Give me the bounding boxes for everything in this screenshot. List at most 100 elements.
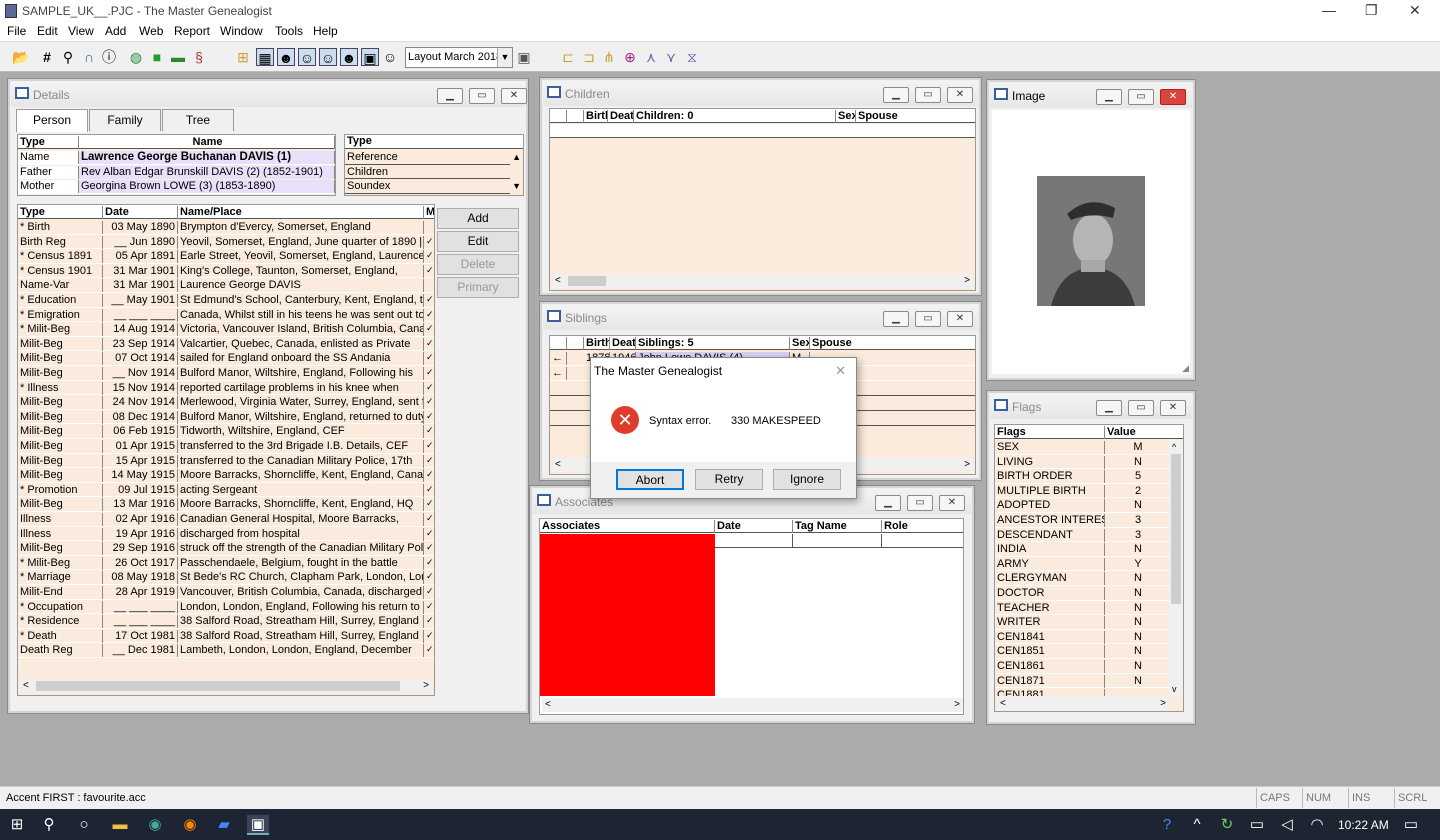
flag-row[interactable]: DOCTOR N [995, 586, 1169, 601]
flag-row[interactable]: CLERGYMAN N [995, 571, 1169, 586]
layout-icon-4[interactable]: ☺ [319, 48, 337, 66]
flag-row[interactable]: INDIA N [995, 542, 1169, 557]
sync-icon[interactable]: ↻ [1216, 815, 1238, 835]
minimize-button[interactable]: ▁ [437, 88, 463, 104]
save-layout-icon[interactable]: ▣ [515, 48, 533, 66]
flag-row[interactable]: DESCENDANT 3 [995, 528, 1169, 543]
layout-select[interactable]: Layout March 2018 ▼ [405, 47, 513, 68]
event-row[interactable]: Milit-Beg 29 Sep 1916 struck off the stren… [18, 541, 434, 556]
children-grid[interactable]: Birth Deat Children: 0 Sex Spouse < > [549, 108, 976, 291]
scroll-right-icon[interactable]: > [954, 699, 960, 710]
flags-hscroll[interactable]: < > [997, 697, 1169, 711]
app-icon-blue[interactable]: ▰ [213, 815, 235, 835]
search-icon[interactable]: ⚲ [38, 815, 60, 835]
event-row[interactable]: * Milit-Beg 26 Oct 1917 Passchendaele, Bel… [18, 556, 434, 571]
help-icon[interactable]: ? [1156, 815, 1178, 835]
minimize-icon[interactable]: — [1322, 2, 1336, 18]
search-icon[interactable]: ∩ [80, 48, 98, 66]
firefox-icon[interactable]: ◉ [179, 815, 201, 835]
flag-row[interactable]: LIVING N [995, 455, 1169, 470]
close-button[interactable]: ✕ [1160, 400, 1186, 416]
events-hscroll[interactable]: < > [20, 679, 432, 693]
type-row[interactable]: Soundex [345, 179, 510, 194]
event-row[interactable]: Name-Var 31 Mar 1901 Laurence George DAVIS [18, 278, 434, 293]
close-button[interactable]: ✕ [501, 88, 527, 104]
event-row[interactable]: Illness 19 Apr 1916 discharged from hospit… [18, 527, 434, 542]
type-row[interactable]: Reference [345, 150, 510, 165]
scroll-left-icon[interactable]: < [555, 459, 561, 470]
scroll-left-icon[interactable]: < [1000, 698, 1006, 709]
pedigree-icon[interactable]: ⊏ [559, 48, 577, 66]
event-row[interactable]: Milit-Beg 01 Apr 1915 transferred to the 3… [18, 439, 434, 454]
close-icon[interactable]: ✕ [1409, 2, 1421, 19]
minimize-button[interactable]: ▁ [875, 495, 901, 511]
flag-row[interactable]: MULTIPLE BIRTH 2 [995, 484, 1169, 499]
scroll-thumb[interactable] [1171, 454, 1181, 604]
event-row[interactable]: * Death 17 Oct 1981 38 Salford Road, Strea… [18, 629, 434, 644]
event-row[interactable]: Milit-Beg 24 Nov 1914 Merlewood, Virginia … [18, 395, 434, 410]
tab-family[interactable]: Family [89, 109, 161, 131]
minimize-button[interactable]: ▁ [883, 87, 909, 103]
flag-row[interactable]: ADOPTED N [995, 498, 1169, 513]
windows-start-icon[interactable]: ⊞ [6, 815, 28, 835]
flag-row[interactable]: CEN1861 N [995, 659, 1169, 674]
retry-button[interactable]: Retry [695, 469, 763, 490]
primary-button[interactable]: Primary [437, 277, 519, 298]
maximize-button[interactable]: ▭ [915, 311, 941, 327]
hourglass-tree-icon[interactable]: ⧖ [683, 48, 701, 66]
event-row[interactable]: * Illness 15 Nov 1914 reported cartilage p… [18, 381, 434, 396]
flags-vscroll[interactable]: ^ v [1169, 440, 1183, 696]
name-row[interactable]: Name Lawrence George Buchanan DAVIS (1) [18, 150, 335, 165]
menu-view[interactable]: View [68, 24, 94, 38]
flag-row[interactable]: ARMY Y [995, 557, 1169, 572]
associates-selection[interactable] [540, 534, 715, 696]
minimize-button[interactable]: ▁ [1096, 400, 1122, 416]
dna-icon[interactable]: § [190, 48, 208, 66]
maximize-icon[interactable]: ❐ [1365, 2, 1378, 19]
green-book-icon[interactable]: ■ [148, 48, 166, 66]
ignore-button[interactable]: Ignore [773, 469, 841, 490]
clock[interactable]: 10:22 AM [1338, 818, 1389, 832]
menu-web[interactable]: Web [139, 24, 163, 38]
person-info-icon[interactable]: ⓘ [100, 48, 118, 66]
volume-icon[interactable]: ◁ [1276, 815, 1298, 835]
layout-icon-2[interactable]: ☻ [277, 48, 295, 66]
event-row[interactable]: * Emigration __ ___ ____ Canada, Whilst st… [18, 308, 434, 323]
event-row[interactable]: Milit-Beg __ Nov 1914 Bulford Manor, Wilts… [18, 366, 434, 381]
flag-row[interactable]: TEACHER N [995, 601, 1169, 616]
binoculars-icon[interactable]: ⚲ [59, 48, 77, 66]
event-row[interactable]: Milit-Beg 13 Mar 1916 Moore Barracks, Shor… [18, 497, 434, 512]
scroll-thumb[interactable] [36, 681, 400, 691]
menu-report[interactable]: Report [174, 24, 210, 38]
tree-view-icon[interactable]: ⊞ [234, 48, 252, 66]
flag-row[interactable]: CEN1871 N [995, 674, 1169, 689]
delete-button[interactable]: Delete [437, 254, 519, 275]
maximize-button[interactable]: ▭ [907, 495, 933, 511]
file-explorer-icon[interactable]: ▬ [109, 815, 131, 835]
associates-grid[interactable]: Associates Date Tag Name Role < > [539, 518, 964, 715]
event-row[interactable]: Milit-Beg 07 Oct 1914 sailed for England o… [18, 351, 434, 366]
globe-icon[interactable]: ◍ [127, 48, 145, 66]
event-row[interactable]: * Education __ May 1901 St Edmund's School… [18, 293, 434, 308]
event-row[interactable]: Milit-Beg 14 May 1915 Moore Barracks, Shor… [18, 468, 434, 483]
event-row[interactable]: * Census 1901 31 Mar 1901 King's College, … [18, 264, 434, 279]
event-row[interactable]: * Residence __ ___ ____ 38 Salford Road, S… [18, 614, 434, 629]
flag-row[interactable]: CEN1841 N [995, 630, 1169, 645]
type-row[interactable]: Children [345, 165, 510, 180]
name-row[interactable]: Mother Georgina Brown LOWE (3) (1853-1890… [18, 179, 335, 194]
maximize-button[interactable]: ▭ [1128, 400, 1154, 416]
scroll-right-icon[interactable]: > [1160, 698, 1166, 709]
children-hscroll[interactable]: < > [552, 274, 973, 288]
scroll-left-icon[interactable]: < [555, 275, 561, 286]
scroll-down-icon[interactable]: v [1172, 684, 1177, 694]
close-button[interactable]: ✕ [947, 311, 973, 327]
wifi-icon[interactable]: ◠ [1306, 815, 1328, 835]
descendant-icon[interactable]: ⊐ [580, 48, 598, 66]
menu-tools[interactable]: Tools [275, 24, 303, 38]
close-button[interactable]: ✕ [939, 495, 965, 511]
notification-icon[interactable]: ▭ [1400, 815, 1422, 835]
tab-tree[interactable]: Tree [162, 109, 234, 131]
scroll-left-icon[interactable]: < [545, 699, 551, 710]
menu-edit[interactable]: Edit [37, 24, 58, 38]
layout-icon-6[interactable]: ▣ [361, 48, 379, 66]
